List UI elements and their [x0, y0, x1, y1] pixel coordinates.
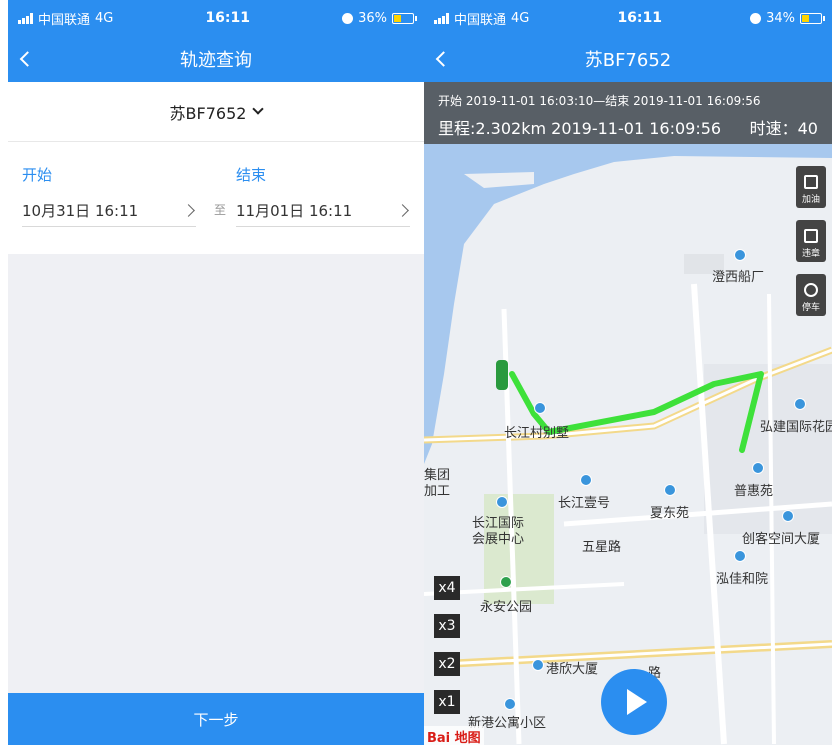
- poi-icon: [794, 398, 806, 410]
- poi-icon: [496, 496, 508, 508]
- violation-label: 违章: [801, 249, 820, 259]
- end-label: 结束: [236, 166, 267, 184]
- poi-icon: [734, 249, 746, 261]
- map-label: 长江村别墅: [504, 426, 570, 441]
- parking-label: 停车: [801, 303, 820, 313]
- map-label: 泓佳和院: [716, 572, 769, 587]
- battery-percent: 36%: [358, 10, 387, 26]
- left-header: 中国联通 4G 16:11 36% 轨迹查询: [8, 0, 424, 82]
- map-label: 会展中心: [472, 532, 525, 547]
- start-underline: [22, 226, 196, 227]
- map-label: 永安公园: [480, 600, 533, 615]
- parking-button[interactable]: 停车: [796, 274, 826, 316]
- poi-icon: [734, 550, 746, 562]
- plate-selector[interactable]: 苏BF7652: [8, 82, 424, 142]
- time-range-text: 开始 2019-11-01 16:03:10—结束 2019-11-01 16:…: [438, 94, 761, 108]
- baidu-map-logo: Bai 地图: [424, 726, 484, 745]
- track-playback-screen: 中国联通 4G 16:11 34% 苏BF7652 澄西船厂 长江村别墅 弘建国…: [424, 0, 832, 745]
- next-step-button[interactable]: 下一步: [8, 693, 424, 745]
- violation-icon: [804, 229, 818, 243]
- chevron-right-icon[interactable]: [396, 204, 409, 217]
- map-label: 澄西船厂: [712, 270, 765, 285]
- poi-icon: [782, 510, 794, 522]
- start-time-field[interactable]: 10月31日 16:11: [22, 200, 138, 221]
- violation-button[interactable]: 违章: [796, 220, 826, 262]
- start-label: 开始: [22, 166, 53, 184]
- poi-icon: [534, 402, 546, 414]
- map-label: 创客空间大厦: [742, 532, 821, 547]
- parking-car-icon: [804, 283, 818, 297]
- map-label: 五星路: [582, 540, 622, 555]
- speed-x1-button[interactable]: x1: [434, 690, 460, 714]
- fuel-label: 加油: [801, 195, 820, 205]
- speed-x3-button[interactable]: x3: [434, 614, 460, 638]
- map-label: 加工: [424, 484, 451, 499]
- end-underline: [236, 226, 410, 227]
- map-canvas: [424, 144, 832, 745]
- poi-icon: [752, 462, 764, 474]
- map-label: 港欣大厦: [546, 662, 599, 677]
- left-status-bar: 中国联通 4G 16:11 36%: [8, 0, 424, 36]
- poi-icon: [664, 484, 676, 496]
- car-marker-icon[interactable]: [496, 360, 508, 390]
- alarm-icon: [342, 12, 354, 24]
- fuel-icon: [804, 175, 818, 189]
- speed-text: 时速：40: [749, 119, 818, 138]
- poi-icon: [580, 474, 592, 486]
- chevron-right-icon[interactable]: [182, 204, 195, 217]
- park-icon: [500, 576, 512, 588]
- right-status-bar: 中国联通 4G 16:11 34%: [424, 0, 832, 36]
- back-arrow-icon[interactable]: [19, 51, 36, 67]
- map-label: 普惠苑: [734, 484, 774, 499]
- carrier-name: 中国联通: [38, 12, 91, 28]
- map-label: 弘建国际花园: [760, 420, 832, 435]
- poi-icon: [504, 698, 516, 710]
- page-title: 轨迹查询: [180, 50, 252, 71]
- time-range-section: 开始 结束 10月31日 16:11 至 11月01日 16:11: [8, 142, 424, 254]
- right-nav-bar: 苏BF7652: [424, 36, 832, 82]
- end-time-field[interactable]: 11月01日 16:11: [236, 200, 352, 221]
- poi-icon: [532, 659, 544, 671]
- track-query-screen: 中国联通 4G 16:11 36% 轨迹查询 苏BF7652 开始 结束 10月…: [8, 0, 424, 745]
- speed-x2-button[interactable]: x2: [434, 652, 460, 676]
- track-info-bar: 开始 2019-11-01 16:03:10—结束 2019-11-01 16:…: [424, 82, 832, 144]
- play-button[interactable]: [601, 669, 667, 735]
- network-type: 4G: [511, 10, 530, 26]
- battery-icon: [799, 12, 825, 24]
- chevron-down-icon: [252, 103, 265, 115]
- network-type: 4G: [95, 10, 114, 26]
- carrier-name: 中国联通: [454, 12, 507, 28]
- battery-percent: 34%: [766, 10, 795, 26]
- map-label: 长江壹号: [558, 496, 611, 511]
- back-arrow-icon[interactable]: [435, 51, 452, 67]
- to-separator: 至: [214, 203, 227, 217]
- battery-icon: [391, 12, 417, 24]
- map-view[interactable]: [424, 144, 832, 745]
- map-label: 夏东苑: [650, 506, 690, 521]
- right-header: 中国联通 4G 16:11 34% 苏BF7652: [424, 0, 832, 82]
- status-time: 16:11: [617, 10, 663, 26]
- mileage-text: 里程:2.302km 2019-11-01 16:09:56: [438, 119, 722, 138]
- left-nav-bar: 轨迹查询: [8, 36, 424, 82]
- signal-icon: [18, 12, 33, 24]
- alarm-icon: [750, 12, 762, 24]
- status-time: 16:11: [205, 10, 251, 26]
- plate-number: 苏BF7652: [169, 103, 247, 123]
- screenshot-pair: 中国联通 4G 16:11 36% 轨迹查询 苏BF7652 开始 结束 10月…: [0, 0, 832, 745]
- fuel-button[interactable]: 加油: [796, 166, 826, 208]
- signal-icon: [434, 12, 449, 24]
- vehicle-title: 苏BF7652: [584, 50, 672, 71]
- speed-x4-button[interactable]: x4: [434, 576, 460, 600]
